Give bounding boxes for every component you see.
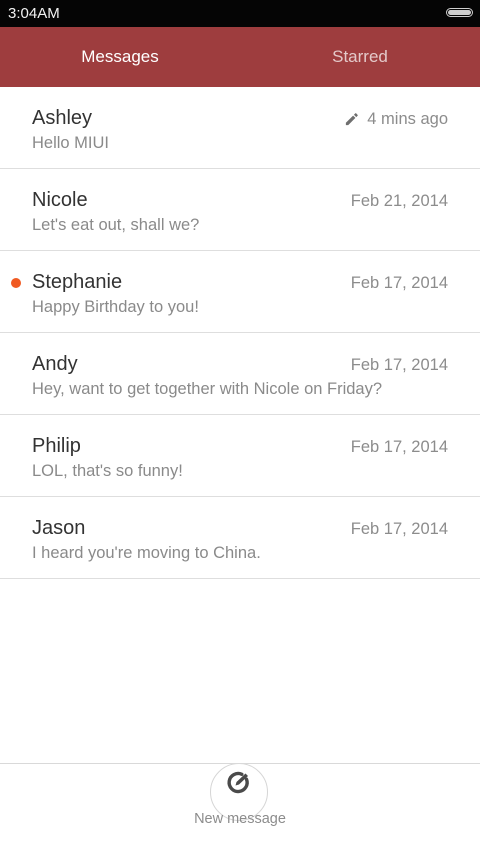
status-bar: 3:04AM <box>0 0 480 27</box>
message-date: Feb 17, 2014 <box>350 274 448 292</box>
message-preview: Hello MIUI <box>32 134 110 152</box>
sender-name: Stephanie <box>32 271 123 293</box>
message-date: Feb 17, 2014 <box>350 520 448 538</box>
tab-messages[interactable]: Messages <box>0 27 240 87</box>
message-date: Feb 21, 2014 <box>350 192 448 210</box>
message-row-jason[interactable]: Jason I heard you're moving to China. Fe… <box>0 497 480 579</box>
sender-name: Philip <box>32 435 81 457</box>
message-date: Feb 17, 2014 <box>350 438 448 456</box>
message-row-philip[interactable]: Philip LOL, that's so funny! Feb 17, 201… <box>0 415 480 497</box>
bottom-bar: New message <box>0 763 480 854</box>
tab-starred[interactable]: Starred <box>240 27 480 87</box>
message-preview: LOL, that's so funny! <box>32 462 183 480</box>
message-row-andy[interactable]: Andy Hey, want to get together with Nico… <box>0 333 480 415</box>
sender-name: Jason <box>32 517 86 539</box>
battery-icon <box>446 8 473 17</box>
status-time: 3:04AM <box>8 5 60 22</box>
message-preview: Hey, want to get together with Nicole on… <box>32 380 383 398</box>
message-preview: I heard you're moving to China. <box>32 544 261 562</box>
message-row-stephanie[interactable]: Stephanie Happy Birthday to you! Feb 17,… <box>0 251 480 333</box>
battery-level <box>448 10 471 15</box>
sender-name: Andy <box>32 353 78 375</box>
message-row-nicole[interactable]: Nicole Let's eat out, shall we? Feb 21, … <box>0 169 480 251</box>
message-row-ashley[interactable]: Ashley Hello MIUI 4 mins ago <box>0 87 480 169</box>
compose-icon <box>227 771 249 794</box>
message-list: Ashley Hello MIUI 4 mins ago Nicole Let'… <box>0 87 480 579</box>
sender-name: Ashley <box>32 107 93 129</box>
message-date: 4 mins ago <box>344 109 448 129</box>
sender-name: Nicole <box>32 189 88 211</box>
message-date: Feb 17, 2014 <box>350 356 448 374</box>
tab-bar: Messages Starred <box>0 27 480 87</box>
unread-indicator <box>11 278 21 288</box>
message-date-text: 4 mins ago <box>367 110 448 128</box>
message-preview: Happy Birthday to you! <box>32 298 199 316</box>
new-message-label[interactable]: New message <box>0 811 480 827</box>
message-preview: Let's eat out, shall we? <box>32 216 200 234</box>
pencil-icon <box>346 112 359 125</box>
